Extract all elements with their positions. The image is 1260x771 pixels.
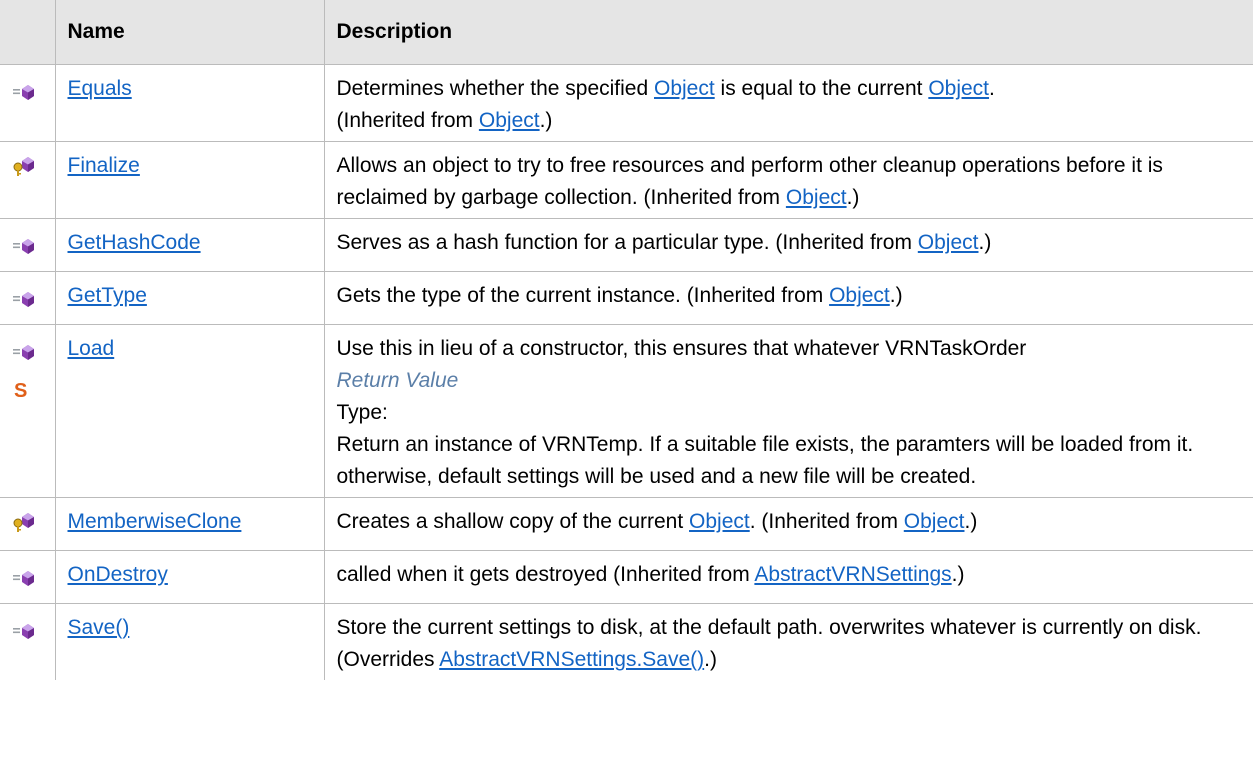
public-method-icon <box>12 618 55 650</box>
member-name-link[interactable]: GetType <box>68 284 147 307</box>
public-method-icon <box>12 79 55 111</box>
member-name-cell: Save() <box>54 603 324 680</box>
members-table: Name Description Equals Determines whethe… <box>0 0 1253 680</box>
protected-method-icon <box>12 156 55 188</box>
description-link[interactable]: AbstractVRNSettings.Save() <box>439 648 704 671</box>
member-name-link[interactable]: OnDestroy <box>68 563 168 586</box>
member-icon-cell: S <box>0 324 55 498</box>
member-description-cell: Allows an object to try to free resource… <box>323 141 1253 219</box>
member-description-cell: Serves as a hash function for a particul… <box>323 218 1253 272</box>
member-description-cell: Store the current settings to disk, at t… <box>323 603 1253 680</box>
description-link[interactable]: Object <box>928 77 989 100</box>
icon-column-header <box>0 0 55 65</box>
member-icon-cell <box>0 64 55 142</box>
member-description-cell: Gets the type of the current instance. (… <box>323 271 1253 325</box>
table-row: GetHashCode Serves as a hash function for… <box>0 218 1253 272</box>
public-method-icon <box>12 286 55 318</box>
public-method-icon <box>12 233 55 265</box>
member-name-link[interactable]: Save() <box>68 616 130 639</box>
member-icon-cell <box>0 141 55 219</box>
public-method-icon <box>12 339 55 371</box>
description-link[interactable]: Object <box>786 186 847 209</box>
member-icon-cell <box>0 271 55 325</box>
table-row: Save() Store the current settings to disk… <box>0 603 1253 680</box>
table-row: S Load Use this in lieu of a constructor, … <box>0 324 1253 498</box>
protected-method-icon <box>12 512 55 544</box>
description-link[interactable]: Object <box>918 231 979 254</box>
description-link[interactable]: Object <box>829 284 890 307</box>
member-icon-cell <box>0 218 55 272</box>
member-icon-cell <box>0 603 55 680</box>
svg-text:S: S <box>14 381 27 399</box>
static-icon: S <box>12 377 55 409</box>
member-description-cell: Determines whether the specified Object … <box>323 64 1253 142</box>
member-description-cell: Creates a shallow copy of the current Ob… <box>323 497 1253 551</box>
member-name-cell: Load <box>54 324 324 498</box>
description-link[interactable]: Object <box>479 109 540 132</box>
member-name-link[interactable]: Load <box>68 337 115 360</box>
table-row: Finalize Allows an object to try to free … <box>0 141 1253 219</box>
member-name-cell: GetHashCode <box>54 218 324 272</box>
member-name-cell: OnDestroy <box>54 550 324 604</box>
description-column-header: Description <box>323 0 1253 65</box>
header-row: Name Description <box>0 0 1253 65</box>
member-icon-cell <box>0 497 55 551</box>
table-row: Equals Determines whether the specified O… <box>0 64 1253 142</box>
table-row: GetType Gets the type of the current inst… <box>0 271 1253 325</box>
member-name-cell: Finalize <box>54 141 324 219</box>
member-name-cell: MemberwiseClone <box>54 497 324 551</box>
description-link[interactable]: Object <box>904 510 965 533</box>
member-name-link[interactable]: GetHashCode <box>68 231 201 254</box>
table-row: OnDestroy called when it gets destroyed (… <box>0 550 1253 604</box>
description-link[interactable]: AbstractVRNSettings <box>754 563 951 586</box>
description-link[interactable]: Object <box>689 510 750 533</box>
table-row: MemberwiseClone Creates a shallow copy of… <box>0 497 1253 551</box>
public-method-icon <box>12 565 55 597</box>
member-name-cell: Equals <box>54 64 324 142</box>
member-name-link[interactable]: MemberwiseClone <box>68 510 242 533</box>
member-icon-cell <box>0 550 55 604</box>
name-column-header: Name <box>54 0 324 65</box>
member-name-link[interactable]: Finalize <box>68 154 140 177</box>
return-value-label: Return Value <box>336 369 459 392</box>
member-name-cell: GetType <box>54 271 324 325</box>
member-description-cell: Use this in lieu of a constructor, this … <box>323 324 1253 498</box>
member-name-link[interactable]: Equals <box>68 77 132 100</box>
member-description-cell: called when it gets destroyed (Inherited… <box>323 550 1253 604</box>
description-link[interactable]: Object <box>654 77 715 100</box>
